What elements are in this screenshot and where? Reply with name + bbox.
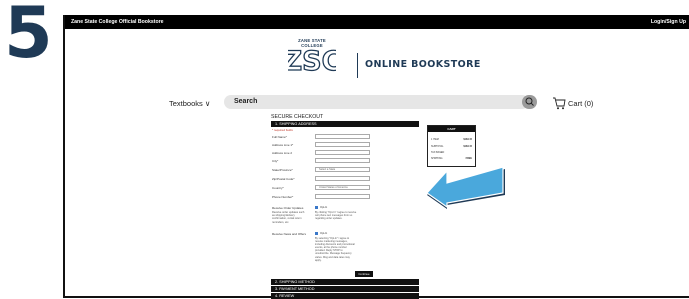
brand-text: ONLINE BOOKSTORE: [365, 59, 481, 70]
zip-input[interactable]: [315, 176, 370, 181]
news-offers-label: Receive News and Offers: [272, 232, 306, 236]
news-offers-opt-label: Opt-In: [320, 232, 328, 235]
summary-row-label: TAX BASED: [431, 151, 445, 154]
textbooks-menu[interactable]: Textbooks ∨: [169, 99, 210, 108]
checkout-title: SECURE CHECKOUT: [271, 114, 324, 120]
order-updates-checkbox[interactable]: [315, 206, 318, 209]
field-label: State/Province*: [272, 168, 293, 172]
top-bar: Zane State College Official Bookstore Lo…: [65, 15, 689, 29]
college-logo[interactable]: ZANE STATE COLLEGE ZSC: [288, 38, 336, 74]
order-updates-desc: Receive order updates such as shipping/d…: [272, 211, 305, 224]
full-name-input[interactable]: [315, 134, 370, 139]
summary-row-label: SHIPPING: [431, 157, 443, 160]
summary-row-value: FREE: [465, 157, 472, 160]
browser-frame: Zane State College Official Bookstore Lo…: [63, 15, 689, 299]
summary-header: CART: [428, 126, 475, 132]
section-payment-method[interactable]: 3. PAYMENT METHOD: [271, 286, 419, 292]
field-label: Address Line 2: [272, 151, 293, 155]
search-button[interactable]: [522, 95, 537, 109]
summary-row-value: $183.15: [463, 138, 472, 141]
summary-row-value: $183.15: [463, 145, 472, 148]
summary-row-label: 1 ITEM: [431, 138, 439, 141]
logo-divider: [357, 53, 358, 78]
news-offers-checkbox[interactable]: [315, 232, 318, 235]
address-line2-input[interactable]: [315, 150, 370, 155]
summary-row-label: SUBTOTAL: [431, 145, 444, 148]
site-title[interactable]: Zane State College Official Bookstore: [71, 19, 164, 25]
order-summary: CART 1 ITEM $183.15 SUBTOTAL $183.15 TAX…: [427, 125, 476, 167]
required-note: * required fields: [272, 128, 293, 132]
zsc-logo-icon: ZSC: [288, 45, 336, 74]
checkout-area: SECURE CHECKOUT 1. SHIPPING ADDRESS * re…: [65, 113, 689, 299]
field-label: Zip/Postal Code*: [272, 177, 295, 181]
search-icon: [525, 97, 534, 106]
section-shipping-address[interactable]: 1. SHIPPING ADDRESS: [271, 121, 419, 127]
order-updates-opt-label: Opt-In: [320, 206, 328, 209]
logo-letters: ZSC: [288, 46, 336, 74]
search-label: Search: [234, 98, 258, 105]
field-label: Country*: [272, 186, 284, 190]
news-offers-opt-desc: By selecting "Opt-In" I agree to receive…: [315, 237, 355, 262]
summary-row: TAX BASED: [431, 151, 472, 154]
country-select[interactable]: United States of America: [315, 185, 370, 190]
state-select[interactable]: Select a State: [315, 167, 370, 172]
summary-row: SHIPPING FREE: [431, 157, 472, 160]
search-input[interactable]: Search: [224, 95, 529, 109]
cart-label: Cart (0): [568, 99, 594, 108]
field-label: Phone Number*: [272, 195, 294, 199]
field-label: Full Name*: [272, 135, 287, 139]
pointer-arrow-icon: [427, 166, 505, 209]
phone-input[interactable]: [315, 194, 370, 199]
field-label: Address Line 1*: [272, 143, 294, 147]
login-link[interactable]: Login/Sign Up: [651, 19, 686, 25]
summary-row: 1 ITEM $183.15: [431, 138, 472, 141]
city-input[interactable]: [315, 158, 370, 163]
summary-row: SUBTOTAL $183.15: [431, 145, 472, 148]
order-updates-label: Receive Order Updates: [272, 206, 304, 210]
field-label: City*: [272, 159, 279, 163]
cart-icon: [553, 97, 566, 110]
section-shipping-method[interactable]: 2. SHIPPING METHOD: [271, 279, 419, 285]
continue-button[interactable]: Continue: [355, 271, 373, 277]
step-number: 5: [4, 0, 53, 74]
address-line1-input[interactable]: [315, 142, 370, 147]
section-review[interactable]: 4. REVIEW: [271, 293, 419, 299]
order-updates-opt-desc: By clicking "Opt-In" I agree to receive …: [315, 211, 357, 221]
